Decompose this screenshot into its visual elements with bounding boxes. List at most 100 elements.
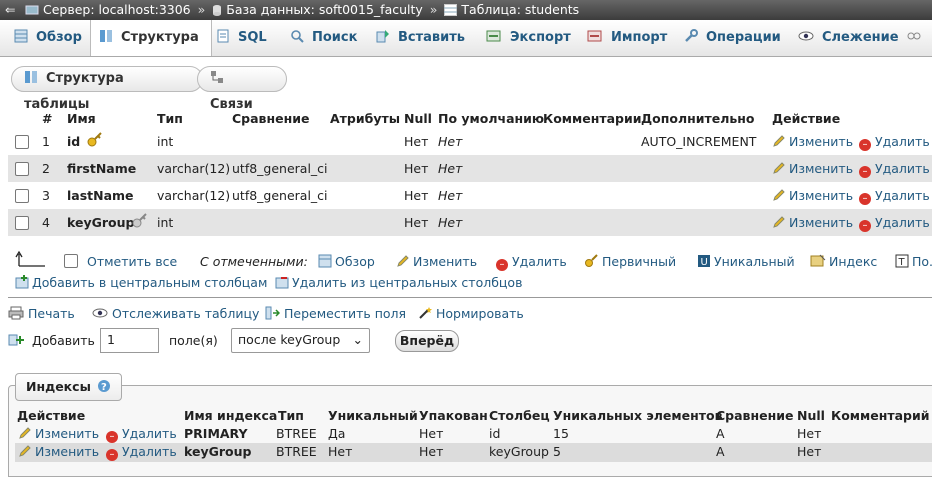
edit-column-button[interactable]: Изменить bbox=[772, 215, 853, 232]
insert-icon bbox=[376, 22, 390, 56]
breadcrumb: ⇐ Сервер: localhost:3306 » База данных: … bbox=[0, 0, 932, 20]
tab-search[interactable]: Поиск bbox=[290, 20, 357, 55]
column-null: Нет bbox=[404, 134, 429, 149]
row-checkbox[interactable] bbox=[15, 189, 29, 203]
search-icon bbox=[290, 22, 304, 56]
table-row: 2 firstName varchar(12) utf8_general_ci … bbox=[8, 155, 932, 182]
pencil-icon bbox=[18, 444, 32, 461]
column-name: keyGroup bbox=[67, 215, 135, 230]
delete-index-button[interactable]: – Удалить bbox=[106, 426, 177, 443]
browse-icon bbox=[318, 254, 332, 271]
tab-insert[interactable]: Вставить bbox=[376, 20, 465, 55]
tab-tracking[interactable]: Слежение bbox=[798, 20, 899, 55]
delete-column-button[interactable]: – Удалить bbox=[859, 215, 930, 232]
structure-icon bbox=[24, 69, 38, 93]
bulk-edit-button[interactable]: Изменить bbox=[396, 254, 477, 271]
server-icon bbox=[25, 2, 39, 20]
edit-column-button[interactable]: Изменить bbox=[772, 188, 853, 205]
breadcrumb-server[interactable]: Сервер: localhost:3306 bbox=[43, 2, 191, 17]
print-button[interactable]: Печать bbox=[8, 306, 75, 323]
bulk-unique-button[interactable]: U Уникальный bbox=[697, 254, 795, 271]
index-unique: Да bbox=[328, 426, 346, 441]
bulk-browse-button[interactable]: Обзор bbox=[318, 254, 375, 271]
index-key-icon bbox=[132, 213, 148, 232]
header-collation[interactable]: Сравнение bbox=[232, 111, 309, 126]
field-count-input[interactable]: 1 bbox=[100, 328, 159, 353]
row-checkbox[interactable] bbox=[15, 216, 29, 230]
check-all-checkbox[interactable] bbox=[64, 254, 78, 268]
column-name: firstName bbox=[67, 161, 137, 176]
column-name: lastName bbox=[67, 188, 134, 203]
fields-label: поле(я) bbox=[169, 333, 218, 348]
subtab-relations[interactable]: Связи bbox=[197, 66, 287, 112]
wrench-icon bbox=[684, 22, 698, 56]
import-icon bbox=[587, 22, 603, 56]
export-icon bbox=[486, 22, 502, 56]
column-default: Нет bbox=[438, 188, 463, 203]
breadcrumb-table[interactable]: Таблица: students bbox=[461, 2, 579, 17]
table-icon bbox=[444, 2, 458, 20]
column-collation: utf8_general_ci bbox=[232, 188, 328, 203]
index-packed: Нет bbox=[419, 444, 444, 459]
index-null: Нет bbox=[797, 444, 822, 459]
delete-icon: – bbox=[859, 193, 871, 205]
delete-index-button[interactable]: – Удалить bbox=[106, 444, 177, 461]
remove-central-icon bbox=[275, 275, 289, 292]
delete-column-button[interactable]: – Удалить bbox=[859, 188, 930, 205]
position-select[interactable]: после keyGroup ⌄ bbox=[231, 328, 370, 353]
header-null[interactable]: Null bbox=[404, 111, 432, 126]
move-columns-button[interactable]: Переместить поля bbox=[264, 306, 406, 323]
delete-column-button[interactable]: – Удалить bbox=[859, 161, 930, 178]
bulk-primary-button[interactable]: Первичный bbox=[585, 254, 676, 271]
edit-index-button[interactable]: Изменить bbox=[18, 444, 99, 461]
index-row: Изменить – Удалить keyGroup BTREE Нет Нет… bbox=[15, 443, 932, 462]
help-icon[interactable]: ? bbox=[97, 376, 111, 402]
header-type[interactable]: Тип bbox=[157, 111, 183, 126]
edit-column-button[interactable]: Изменить bbox=[772, 134, 853, 151]
row-checkbox[interactable] bbox=[15, 162, 29, 176]
eye-icon bbox=[92, 306, 108, 323]
fulltext-icon: T bbox=[895, 254, 909, 271]
normalize-button[interactable]: Нормировать bbox=[418, 306, 524, 323]
index-header-cardinality: Уникальных элементов bbox=[553, 408, 723, 423]
add-central-columns-button[interactable]: Добавить в центральным столбцам bbox=[15, 275, 267, 292]
delete-column-button[interactable]: – Удалить bbox=[859, 134, 930, 151]
go-button[interactable]: Вперёд bbox=[395, 330, 459, 352]
tab-operations[interactable]: Операции bbox=[684, 20, 781, 55]
index-header-name: Имя индекса bbox=[184, 408, 278, 423]
back-arrow-icon[interactable]: ⇐ bbox=[0, 0, 21, 20]
tab-sql[interactable]: SQL bbox=[216, 20, 267, 55]
remove-central-columns-button[interactable]: Удалить из центральных столбцов bbox=[275, 275, 522, 292]
header-comments[interactable]: Комментарии bbox=[543, 111, 642, 126]
index-cardinality: 5 bbox=[553, 444, 561, 459]
breadcrumb-database[interactable]: База данных: soft0015_faculty bbox=[226, 2, 423, 17]
pencil-icon bbox=[18, 426, 32, 443]
tab-more[interactable] bbox=[906, 20, 930, 55]
tab-browse[interactable]: Обзор bbox=[14, 20, 82, 55]
header-name[interactable]: Имя bbox=[67, 111, 96, 126]
add-central-icon bbox=[15, 275, 29, 292]
row-checkbox[interactable] bbox=[15, 135, 29, 149]
header-default[interactable]: По умолчанию bbox=[438, 111, 544, 126]
header-extra[interactable]: Дополнительно bbox=[641, 111, 755, 126]
bulk-delete-button[interactable]: – Удалить bbox=[496, 254, 567, 271]
move-columns-icon bbox=[264, 306, 281, 323]
bulk-fulltext-button[interactable]: TПо... bbox=[895, 254, 932, 271]
tab-structure[interactable]: Структура bbox=[90, 20, 212, 56]
indexes-legend[interactable]: Индексы ? bbox=[15, 373, 123, 402]
edit-column-button[interactable]: Изменить bbox=[772, 161, 853, 178]
tab-export[interactable]: Экспорт bbox=[486, 20, 571, 55]
index-header-action: Действие bbox=[17, 408, 86, 423]
header-attributes[interactable]: Атрибуты bbox=[330, 111, 400, 126]
delete-icon: – bbox=[106, 431, 118, 443]
pencil-icon bbox=[772, 134, 786, 151]
tab-import[interactable]: Импорт bbox=[587, 20, 667, 55]
check-all-label[interactable]: Отметить все bbox=[87, 254, 177, 269]
subtab-table-structure[interactable]: Структура таблицы bbox=[11, 66, 203, 112]
track-table-button[interactable]: Отслеживать таблицу bbox=[92, 306, 259, 323]
bulk-index-button[interactable]: Индекс bbox=[810, 254, 877, 271]
magic-wand-icon bbox=[418, 306, 432, 323]
eye-icon bbox=[798, 22, 814, 56]
edit-index-button[interactable]: Изменить bbox=[18, 426, 99, 443]
column-default: Нет bbox=[438, 134, 463, 149]
